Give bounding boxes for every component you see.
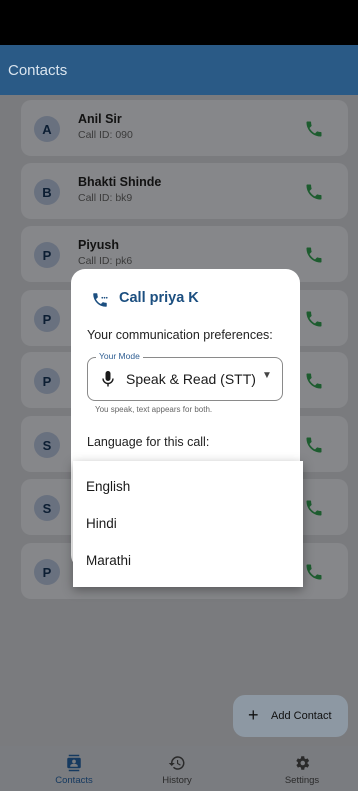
mode-helper-text: You speak, text appears for both. [95,405,213,414]
phone-icon[interactable] [304,371,324,391]
nav-label-settings: Settings [284,775,320,786]
nav-item-history[interactable]: History [142,746,212,791]
language-option-marathi[interactable]: Marathi [86,553,131,568]
gear-icon [296,756,310,770]
avatar: S [34,495,60,521]
phone-icon[interactable] [304,182,324,202]
nav-item-contacts[interactable]: Contacts [39,746,109,791]
plus-icon: + [248,705,259,725]
phone-in-talk-icon [93,293,108,307]
avatar: S [34,432,60,458]
avatar: P [34,559,60,585]
contact-name: Bhakti Shinde [78,175,162,189]
contact-call-id: Call ID: pk6 [78,255,133,267]
avatar: P [34,242,60,268]
mode-dropdown[interactable]: Your Mode Speak & Read (STT) ▼ [87,351,283,401]
language-option-english[interactable]: English [86,479,130,494]
contact-name: Piyush [78,238,119,252]
phone-icon[interactable] [304,498,324,518]
contacts-icon [67,754,81,772]
contact-call-id: Call ID: bk9 [78,192,133,204]
phone-icon[interactable] [304,119,324,139]
nav-label-contacts: Contacts [55,775,93,786]
nav-item-settings[interactable]: Settings [267,746,337,791]
avatar: P [34,368,60,394]
phone-icon[interactable] [304,435,324,455]
mode-value: Speak & Read (STT) [126,371,256,387]
language-label: Language for this call: [87,435,210,449]
mode-legend: Your Mode [96,351,143,361]
dialog-title: Call priya K [119,290,199,306]
avatar: P [34,306,60,332]
phone-icon[interactable] [304,309,324,329]
language-menu: English Hindi Marathi [73,461,303,587]
nav-label-history: History [162,775,192,786]
add-contact-button[interactable]: + Add Contact [233,695,348,737]
language-option-hindi[interactable]: Hindi [86,516,117,531]
avatar: B [34,179,60,205]
contact-card[interactable]: B Bhakti Shinde Call ID: bk9 [21,163,348,219]
chevron-down-icon: ▼ [262,370,272,381]
phone-icon[interactable] [304,562,324,582]
contact-card[interactable]: A Anil Sir Call ID: 090 [21,100,348,156]
preferences-label: Your communication preferences: [87,328,273,342]
phone-icon[interactable] [304,245,324,265]
bottom-nav: Contacts History Settings [0,746,358,791]
contact-call-id: Call ID: 090 [78,129,133,141]
history-icon [168,756,185,770]
page-title: Contacts [8,62,68,79]
add-contact-label: Add Contact [271,710,332,722]
avatar: A [34,116,60,142]
microphone-icon [102,371,114,387]
contact-name: Anil Sir [78,112,122,126]
status-bar [0,0,358,45]
